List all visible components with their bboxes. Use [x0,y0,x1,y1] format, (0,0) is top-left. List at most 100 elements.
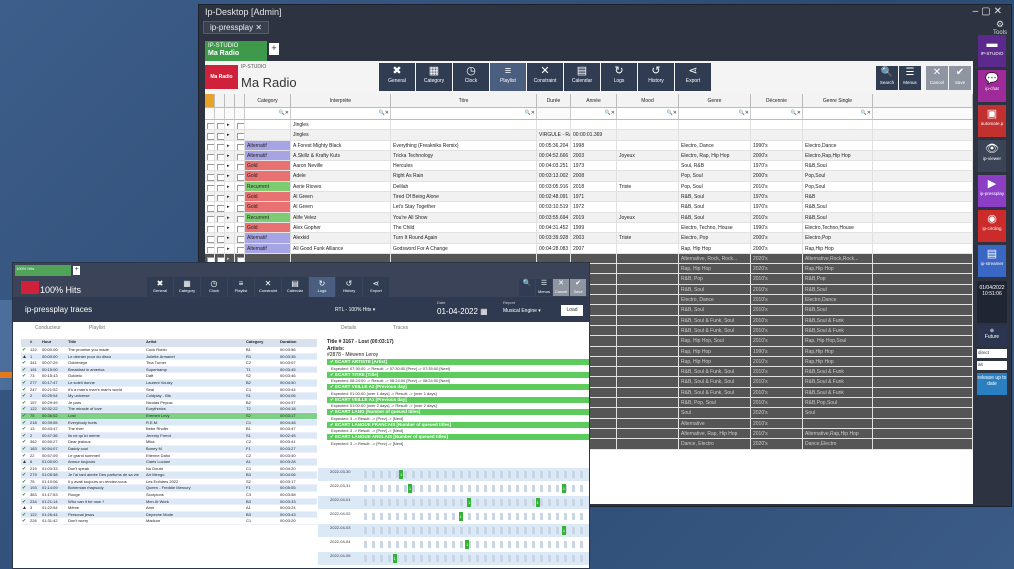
list-item[interactable]: ✔ 75 00:36:52 Lost Eremen Levy S2 00:03:17 [21,412,317,420]
row-control[interactable]: ▸ [225,233,235,243]
table-row[interactable]: ▸ Alternatif Alexkid Turn It Round Again 00:… [205,233,973,244]
list-item[interactable]: ✔ 122 00:32:22 The miracle of love Eurythmic… [21,406,317,413]
row-checkbox[interactable] [205,120,215,130]
load-button[interactable]: Load [561,305,583,316]
future-button[interactable]: ⊕ Future [977,326,1007,346]
list-item[interactable]: ✔ 191 00:15:00 Breakfast in america Supertra… [21,366,317,374]
row-checkbox[interactable] [205,140,215,150]
column-header-category[interactable]: Category [245,94,291,107]
row-control[interactable] [235,233,245,243]
tab-details[interactable]: Details [341,325,356,331]
column-header-duration[interactable]: Duration [279,339,317,347]
list-item[interactable]: ✔ 73 00:15:43 Goldeto Daft S2 00:03:46 [21,373,317,380]
list-item[interactable]: ✔ 157 00:29:49 Je pars Nicolas Peyrac B2 00:04… [21,400,317,407]
column-header-d-cennie[interactable]: Décennie [751,94,803,107]
row-control[interactable] [215,161,225,171]
timeline-mark[interactable]: 1 [458,512,463,521]
column-header-ann-e[interactable]: Année [571,94,617,107]
row-control[interactable]: ▸ [225,181,235,192]
row-checkbox[interactable] [205,192,215,202]
row-control[interactable] [235,212,245,222]
list-item[interactable]: ✔ 279 01:05:58 Je l'ai tant aimée Des parfu… [21,472,317,479]
list-item[interactable]: ✔ 22 00:57:09 Le grand sommeil Etienne Daho C… [21,453,317,460]
sidebar-item-ip-studio[interactable]: ▬ IP-STUDIO [978,35,1006,67]
row-checkbox[interactable] [205,161,215,171]
row-checkbox[interactable] [205,202,215,212]
column-header-hour[interactable]: Hour [41,339,67,347]
column-header-genre[interactable]: Genre [679,94,751,107]
toolbar-logs-button[interactable]: ↻ Logs [309,277,335,297]
row-checkbox[interactable] [205,171,215,181]
timeline-mark[interactable]: 1 [392,554,397,563]
row-control[interactable] [235,171,245,181]
list-item[interactable]: ✔ 341 00:07:29 Goldeneye Tina Turner C2 00:03:… [21,360,317,367]
row-control[interactable] [235,243,245,253]
menus-button[interactable]: ☰ Menus [536,279,552,296]
row-control[interactable] [215,150,225,161]
row-control[interactable] [215,171,225,181]
list-item[interactable]: ✔ 193 01:14:09 Bohemian rhapsody Queen - Fre… [21,485,317,493]
column-header-item[interactable] [21,339,29,347]
list-item[interactable]: ✔ 122 00:00:00 The promise you made Cock Rob… [21,347,317,354]
toolbar-calendar-button[interactable]: ▤ Calendar [564,63,600,91]
tab-conducteur[interactable]: Conducteur [35,325,61,331]
column-header-dur-e[interactable]: Durée [537,94,571,107]
toolbar-general-button[interactable]: ✖ General [379,63,415,91]
timeline-mark[interactable]: 1 [535,498,540,507]
tab-playlist[interactable]: Playlist [89,325,105,331]
row-control[interactable] [215,233,225,243]
report-select[interactable]: Musical Engine ▾ [503,308,541,314]
row-control[interactable]: ▸ [225,130,235,140]
row-control[interactable]: ▸ [225,243,235,253]
row-control[interactable] [215,192,225,202]
list-item[interactable]: ✔ 277 00:17:47 Le soleil donne Laurent Voulz… [21,379,317,387]
toolbar-export-button[interactable]: ⋖ Export [675,63,711,91]
toolbar-general-button[interactable]: ✖ General [147,277,173,297]
row-checkbox[interactable] [205,130,215,140]
row-control[interactable]: ▸ [225,150,235,161]
toolbar-clock-button[interactable]: ◷ Clock [453,63,489,91]
row-checkbox[interactable] [205,243,215,253]
tab-ip-pressplay[interactable]: ip-pressplay ✕ [203,21,270,34]
row-control[interactable] [235,161,245,171]
row-control[interactable]: ▸ [225,120,235,130]
sidebar-item-ip-streamer[interactable]: ▤ ip-streamer [978,245,1006,277]
column-header-genre-single[interactable]: Genre Single [803,94,873,107]
filter-titre[interactable] [391,108,537,119]
list-item[interactable]: ✔ 2 00:47:36 Ils ne qu'ici mème Jeremy Frero… [21,432,317,440]
list-item[interactable]: ✔ 13 00:43:47 The river Bebe Rhofer B1 00:03:4… [21,426,317,433]
list-item[interactable]: ✔ 247 00:21:52 It's a man's man's man's wor… [21,387,317,394]
list-item[interactable]: ✔ 183 00:54:07 Daddy cool Boney M F1 00:03:27 [21,445,317,453]
row-control[interactable]: ▸ [225,171,235,181]
list-item[interactable]: ✔ 218 00:39:55 Everybody hurts R.E.M. C1 00:04… [21,419,317,427]
add-tab-button[interactable]: + [269,43,279,55]
table-row[interactable]: ▸ Gold Aaron Neville Hercules 00:04:03.251 19… [205,161,973,172]
column-header-select[interactable] [235,94,245,107]
list-item[interactable]: ▲ 6 01:00:00 Amour toujours Claris Luciani A1… [21,459,317,466]
tab-traces[interactable]: Traces [393,325,408,331]
timeline-mark[interactable]: 1 [562,484,566,493]
list-item[interactable]: ✔ 219 01:03:33 Don't speak No Doubt C1 00:04:2… [21,466,317,473]
window-controls[interactable]: –▢✕ [973,6,1005,17]
row-control[interactable] [215,212,225,222]
row-control[interactable] [215,243,225,253]
row-control[interactable]: ▸ [225,222,235,233]
toolbar-category-button[interactable]: ▦ Category [416,63,452,91]
list-item[interactable]: ✔ 2 00:25:54 My universe Coldplay - Bts S1 00:… [21,393,317,400]
list-item[interactable]: ▲ 3 01:22:54 Même Amir A1 00:03:24 [21,505,317,512]
filter-dur-e[interactable] [537,108,571,119]
timeline-mark[interactable]: 1 [465,540,470,549]
cancel-button[interactable]: ✕ Cancel [926,66,948,90]
row-control[interactable] [215,202,225,212]
timeline-mark[interactable]: 1 [408,484,412,493]
toolbar-logs-button[interactable]: ↻ Logs [601,63,637,91]
tools-button[interactable]: ⚙ Tools [993,19,1007,36]
toolbar-constraint-button[interactable]: ✕ Constraint [255,277,281,297]
filter-genre[interactable] [679,108,751,119]
timeline-mark[interactable]: 1 [467,498,472,507]
direct-field[interactable]: direct [977,349,1007,358]
filter-category[interactable] [245,108,291,119]
toolbar-history-button[interactable]: ↺ History [336,277,362,297]
save-button[interactable]: ✔ Save [570,279,586,296]
cancel-button[interactable]: ✕ Cancel [553,279,569,296]
